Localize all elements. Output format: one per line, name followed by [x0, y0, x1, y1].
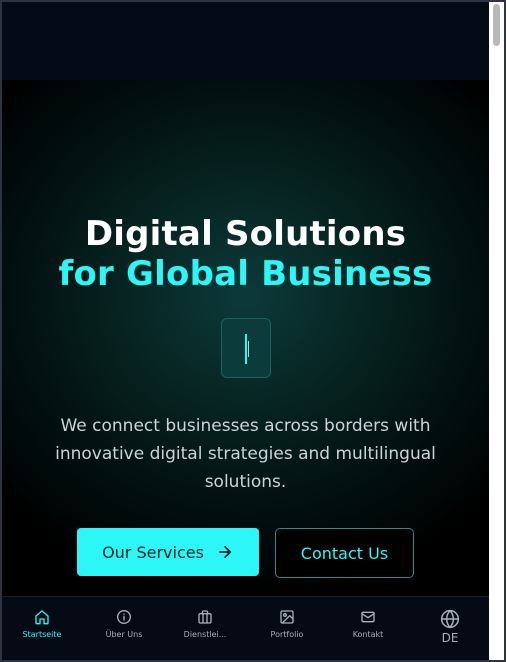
nav-label: Startseite	[22, 630, 62, 639]
cursor-icon	[245, 334, 247, 364]
vertical-scrollbar[interactable]	[489, 2, 504, 660]
language-label: DE	[441, 631, 459, 645]
our-services-button[interactable]: Our Services	[77, 528, 259, 576]
hero-description: We connect businesses across borders wit…	[55, 416, 436, 492]
nav-label: Dienstlei...	[183, 630, 227, 639]
nav-label: Portfolio	[270, 630, 304, 639]
hero-section: Digital Solutions for Global Business We…	[2, 80, 489, 596]
contact-us-button[interactable]: Contact Us	[275, 528, 414, 578]
hero-title-line2: for Global Business	[58, 254, 433, 294]
nav-label: Über Uns	[105, 630, 143, 639]
nav-label: Kontakt	[352, 630, 384, 639]
home-icon	[35, 610, 49, 625]
nav-item-dienstleistungen[interactable]: Dienstlei...	[165, 597, 245, 660]
arrow-right-icon	[218, 545, 232, 559]
globe-icon	[440, 609, 460, 629]
mail-icon	[361, 611, 375, 623]
info-icon	[117, 610, 131, 624]
hero-icon-tile	[221, 318, 271, 378]
bottom-navigation: Startseite Über Uns Dienstlei... Portfol…	[2, 596, 489, 660]
nav-item-uber-uns[interactable]: Über Uns	[84, 597, 164, 660]
nav-item-startseite[interactable]: Startseite	[2, 597, 82, 660]
briefcase-icon	[198, 610, 212, 624]
contact-us-label: Contact Us	[300, 543, 389, 563]
scrollbar-thumb[interactable]	[493, 4, 500, 46]
language-switcher[interactable]: DE	[428, 597, 472, 660]
hero-title-line1: Digital Solutions	[84, 214, 407, 254]
top-header	[2, 2, 489, 80]
cursor-icon-accent	[248, 341, 249, 357]
nav-item-kontakt[interactable]: Kontakt	[328, 597, 408, 660]
nav-item-portfolio[interactable]: Portfolio	[247, 597, 327, 660]
image-icon	[280, 610, 294, 624]
browser-frame: Digital Solutions for Global Business We…	[0, 0, 506, 662]
our-services-label: Our Services	[102, 542, 204, 562]
page-viewport: Digital Solutions for Global Business We…	[2, 2, 489, 660]
